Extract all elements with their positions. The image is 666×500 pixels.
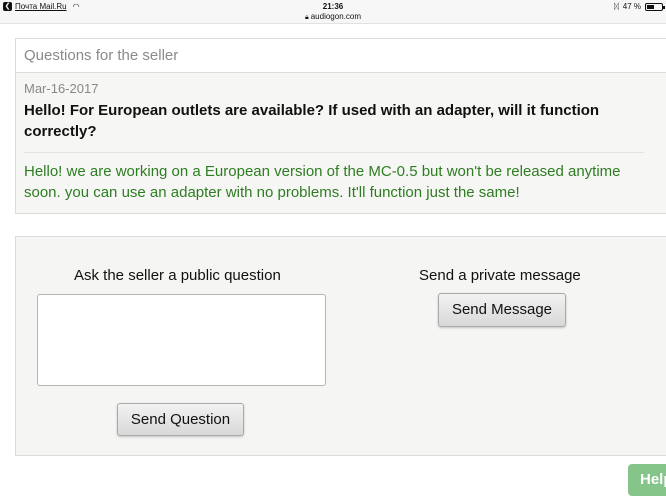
address-bar[interactable]: 🔒︎ audiogon.com xyxy=(0,12,666,22)
url-text: audiogon.com xyxy=(310,12,361,21)
battery-icon xyxy=(645,2,665,11)
contact-seller-panel: Ask the seller a public question Send Qu… xyxy=(15,236,666,456)
question-text: Hello! For European outlets are availabl… xyxy=(24,102,600,140)
public-question-title: Ask the seller a public question xyxy=(74,267,281,284)
clock: 21:36 xyxy=(322,2,344,11)
private-message-title: Send a private message xyxy=(419,267,581,284)
answer-text: Hello! we are working on a European vers… xyxy=(24,163,621,201)
ios-status-bar: ❮ Почта Mail.Ru ◠ 21:36 🔒︎ audiogon.com ᛞ… xyxy=(0,0,666,24)
question-date: Mar-16-2017 xyxy=(24,81,99,96)
bluetooth-icon: ᛞ xyxy=(613,2,619,11)
send-question-button[interactable]: Send Question xyxy=(117,403,244,436)
lock-icon: 🔒︎ xyxy=(305,14,309,21)
status-right: ᛞ 47 % xyxy=(613,2,665,11)
help-button[interactable]: Help xyxy=(628,464,666,496)
questions-header: Questions for the seller xyxy=(16,39,666,73)
battery-percent: 47 % xyxy=(622,2,641,11)
qa-entry: Mar-16-2017 Hello! For European outlets … xyxy=(16,73,666,213)
divider xyxy=(24,152,644,153)
battery-fill xyxy=(647,4,654,9)
question-textarea[interactable] xyxy=(37,294,326,386)
send-message-button[interactable]: Send Message xyxy=(438,293,566,327)
questions-panel: Questions for the seller Mar-16-2017 Hel… xyxy=(15,38,666,214)
